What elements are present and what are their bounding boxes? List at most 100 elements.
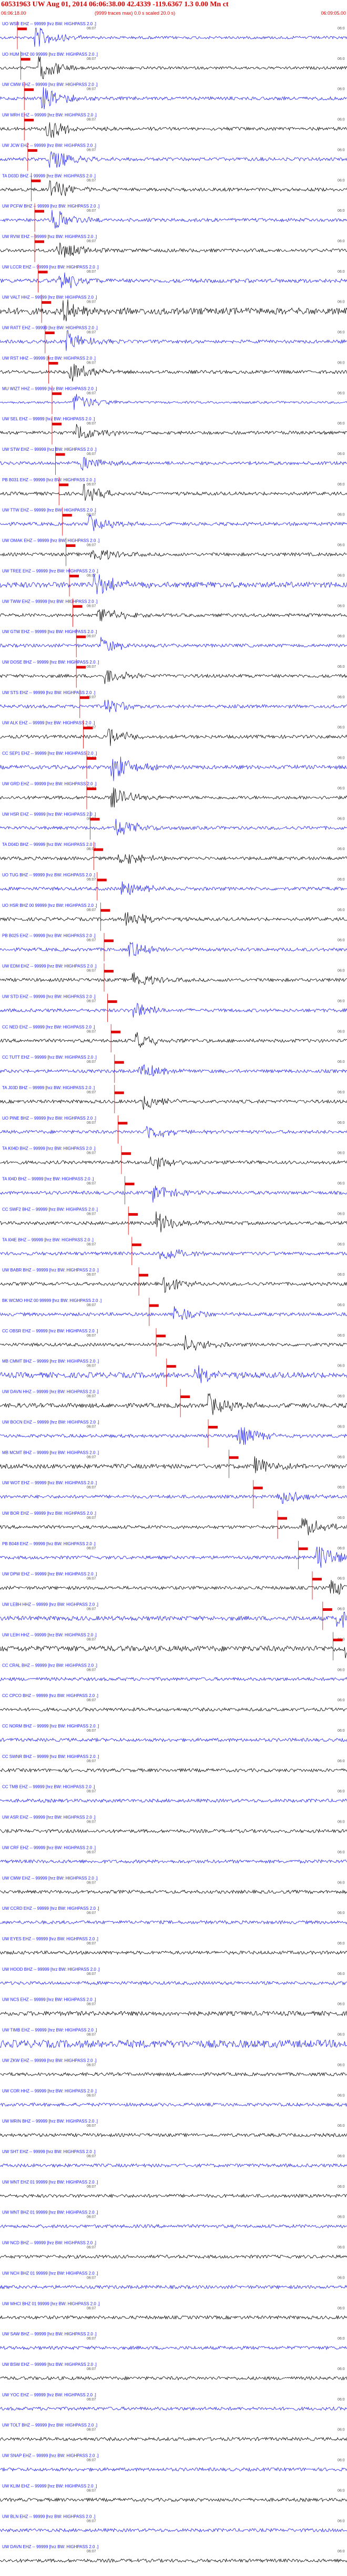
tick-label: 06:07	[87, 1182, 96, 1186]
trace-label: UW LEIH HHZ -- 99999 [hrz BW: HIGHPASS 2…	[2, 1632, 97, 1637]
tick-label: 06:07	[87, 2155, 96, 2158]
tick-label: 06:07	[87, 2124, 96, 2128]
waveform-trace	[0, 180, 347, 196]
tick-label: 06:07	[87, 2459, 96, 2463]
trace-label: UW NCH BHZ 01 99999 [hrz BW: HIGHPASS 2.…	[2, 2271, 98, 2275]
waveform-trace	[0, 1096, 347, 1110]
tick-label: 06:07	[87, 1608, 96, 1611]
waveform-trace	[0, 242, 347, 258]
tick-label: 06:07	[87, 2276, 96, 2280]
waveform-trace	[0, 2345, 347, 2351]
event-title: 60531963 UW Aug 01, 2014 06:06:38.00 42.…	[1, 1, 229, 8]
waveform-trace	[0, 637, 347, 651]
trace-label: CC NORM BHZ -- 99999 [hrz BW: HIGHPASS 2…	[2, 1724, 99, 1729]
waveform-trace	[0, 1950, 347, 1956]
trace-label: UO WSR EHZ -- 99999 [hrz BW: HIGHPASS 2.…	[2, 22, 96, 26]
tick-label: 06:0	[338, 1121, 345, 1125]
trace-label: UW WOT EHZ -- 99999 [hrz BW: HIGHPASS 2.…	[2, 1481, 97, 1485]
tick-label: 06:0	[338, 1091, 345, 1094]
waveform-trace	[0, 1645, 347, 1659]
trace-label: TA D04D BHZ -- 99999 [hrz BW: HIGHPASS 2…	[2, 842, 96, 847]
tick-label: 06:0	[338, 1881, 345, 1885]
waveform-trace	[0, 1677, 347, 1682]
trace-label: UW SNAP EHZ -- 99999 [hrz BW: HIGHPASS 2…	[2, 2454, 98, 2458]
trace-label: CC SWNR BHZ -- 99999 [hrz BW: HIGHPASS 2…	[2, 1754, 99, 1759]
tick-label: 06:0	[338, 1577, 345, 1581]
pick-marker	[24, 119, 34, 122]
tick-label: 06:0	[338, 2216, 345, 2219]
trace-label: UW VALT HHZ -- 99999 [hrz BW: HIGHPASS 2…	[2, 295, 97, 300]
pick-marker	[333, 1638, 343, 1641]
tick-label: 06:07	[87, 1577, 96, 1581]
tick-label: 06:07	[87, 1516, 96, 1520]
pick-marker	[90, 818, 100, 821]
waveform-trace	[0, 1002, 347, 1018]
tick-label: 06:07	[87, 2398, 96, 2402]
trace-label: UW YOC EHZ -- 99999 [hrz BW: HIGHPASS 2.…	[2, 2393, 96, 2397]
tick-label: 06:07	[87, 2428, 96, 2432]
trace-label: UW JCW EHZ -- 99999 [hrz BW: HIGHPASS 2.…	[2, 143, 96, 148]
trace-label: UW OMAK EHZ -- 99999 [hrz BW: HIGHPASS 2…	[2, 539, 99, 543]
pick-marker	[104, 970, 114, 973]
tick-label: 06:0	[338, 1243, 345, 1246]
tick-label: 06:0	[338, 1425, 345, 1429]
pick-marker	[107, 1000, 117, 1003]
trace-label: TA I04E BHZ -- 99999 [hrz BW: HIGHPASS 2…	[2, 1237, 94, 1242]
tick-label: 06:0	[338, 148, 345, 152]
pick-marker	[35, 210, 44, 213]
tick-label: 06:0	[338, 665, 345, 669]
tick-label: 06:07	[87, 1911, 96, 1915]
trace-label: UO PINE BHZ -- 99999 [hrz BW: HIGHPASS 2…	[2, 1116, 96, 1121]
pick-marker	[131, 1243, 141, 1246]
tick-label: 06:0	[338, 1030, 345, 1033]
tick-label: 06:07	[87, 878, 96, 882]
waveform-trace	[0, 912, 347, 926]
tick-label: 06:07	[87, 999, 96, 1003]
waveform-trace	[0, 2223, 347, 2229]
waveform-trace	[0, 1032, 347, 1048]
tick-label: 06:07	[87, 2063, 96, 2067]
tick-label: 06:07	[87, 1152, 96, 1155]
trace-label: UW DOSE BHZ -- 99999 [hrz BW: HIGHPASS 2…	[2, 660, 99, 665]
trace-label: UW BOCN EHZ -- 99999 [hrz BW: HIGHPASS 2…	[2, 1420, 99, 1424]
tick-label: 06:07	[87, 422, 96, 426]
tick-label: 06:07	[87, 1820, 96, 1824]
trace-label: UW EYES EHZ -- 99999 [hrz BW: HIGHPASS 2…	[2, 1937, 98, 1941]
waveform-trace	[0, 2376, 347, 2381]
trace-label: CC TMB EHZ -- 99999 [hrz BW: HIGHPASS 2.…	[2, 1785, 95, 1789]
tick-label: 06:0	[338, 301, 345, 304]
trace-label: MU WIZT HHZ -- 99999 [hrz BW: HIGHPASS 2…	[2, 386, 97, 391]
trace-label: UW SEL EHZ -- 99999 [hrz BW: HIGHPASS 2.…	[2, 417, 95, 421]
tick-label: 06:07	[87, 2246, 96, 2250]
pick-marker	[312, 1578, 322, 1581]
pick-marker	[69, 574, 79, 577]
tick-label: 06:07	[87, 513, 96, 517]
pick-marker	[104, 939, 114, 943]
tick-label: 06:0	[338, 574, 345, 577]
pick-marker	[114, 1061, 124, 1064]
tick-label: 06:07	[87, 391, 96, 395]
tick-label: 06:07	[87, 179, 96, 182]
tick-label: 06:0	[338, 2063, 345, 2067]
pick-marker	[166, 1365, 176, 1368]
tick-label: 06:0	[338, 1972, 345, 1976]
trace-label: UW DAVN EHZ -- 99999 [hrz BW: HIGHPASS 2…	[2, 2544, 98, 2549]
seismogram-plot: UO WSR EHZ -- 99999 [hrz BW: HIGHPASS 2.…	[0, 20, 347, 2573]
tick-label: 06:0	[338, 2550, 345, 2553]
pick-marker	[76, 666, 86, 669]
waveform-trace	[0, 1828, 347, 1834]
waveform-trace	[0, 1427, 347, 1445]
tick-label: 06:07	[87, 2550, 96, 2553]
tick-label: 06:07	[87, 2519, 96, 2523]
pick-marker	[149, 1304, 159, 1307]
tick-label: 06:0	[338, 1608, 345, 1611]
waveform-trace	[0, 56, 347, 79]
waveform-trace	[0, 728, 347, 746]
tick-label: 06:07	[87, 1668, 96, 1672]
tick-label: 06:07	[87, 331, 96, 335]
tick-label: 06:07	[87, 1486, 96, 1489]
tick-label: 06:0	[338, 696, 345, 699]
trace-label: UW GTW EHZ -- 99999 [hrz BW: HIGHPASS 2.…	[2, 629, 97, 634]
tick-label: 06:07	[87, 1334, 96, 1338]
trace-label: UO HUM BHZ 00 99999 [hrz BW: HIGHPASS 2.…	[2, 52, 98, 57]
